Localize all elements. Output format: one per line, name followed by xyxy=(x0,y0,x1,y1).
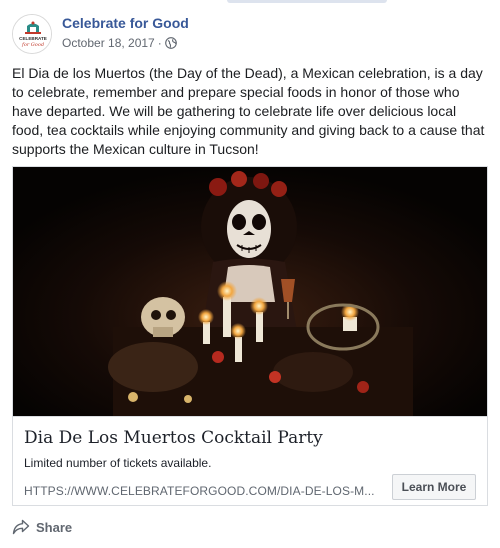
post-message: El Dia de los Muertos (the Day of the De… xyxy=(12,65,485,157)
celebrate-for-good-logo: CELEBRATE for Good xyxy=(13,15,51,53)
post-header: CELEBRATE for Good Celebrate for Good Oc… xyxy=(12,12,482,56)
card-description: Limited number of tickets available. xyxy=(24,456,212,470)
card-title[interactable]: Dia De Los Muertos Cocktail Party xyxy=(24,428,323,448)
share-icon xyxy=(12,519,30,535)
page-name-link[interactable]: Celebrate for Good xyxy=(62,15,189,31)
svg-text:CELEBRATE: CELEBRATE xyxy=(19,36,47,41)
share-label: Share xyxy=(36,519,73,535)
post-date[interactable]: October 18, 2017 xyxy=(62,36,155,50)
facebook-post: CELEBRATE for Good Celebrate for Good Oc… xyxy=(0,0,500,548)
post-actions: Share xyxy=(12,514,488,540)
meta-separator: · xyxy=(157,36,162,50)
top-accent-bar xyxy=(227,0,387,3)
card-url[interactable]: HTTPS://WWW.CELEBRATEFORGOOD.COM/DIA-DE-… xyxy=(24,484,375,498)
svg-text:for Good: for Good xyxy=(21,42,44,48)
post-meta: October 18, 2017 · xyxy=(62,36,177,50)
learn-more-button[interactable]: Learn More xyxy=(392,474,476,500)
avatar[interactable]: CELEBRATE for Good xyxy=(12,14,52,54)
share-button[interactable]: Share xyxy=(12,519,72,535)
card-image[interactable] xyxy=(13,167,487,416)
link-preview-card[interactable]: Dia De Los Muertos Cocktail Party Limite… xyxy=(12,166,488,506)
card-body[interactable]: Dia De Los Muertos Cocktail Party Limite… xyxy=(13,416,487,505)
globe-icon[interactable] xyxy=(164,37,177,49)
day-of-the-dead-photo xyxy=(13,167,487,416)
